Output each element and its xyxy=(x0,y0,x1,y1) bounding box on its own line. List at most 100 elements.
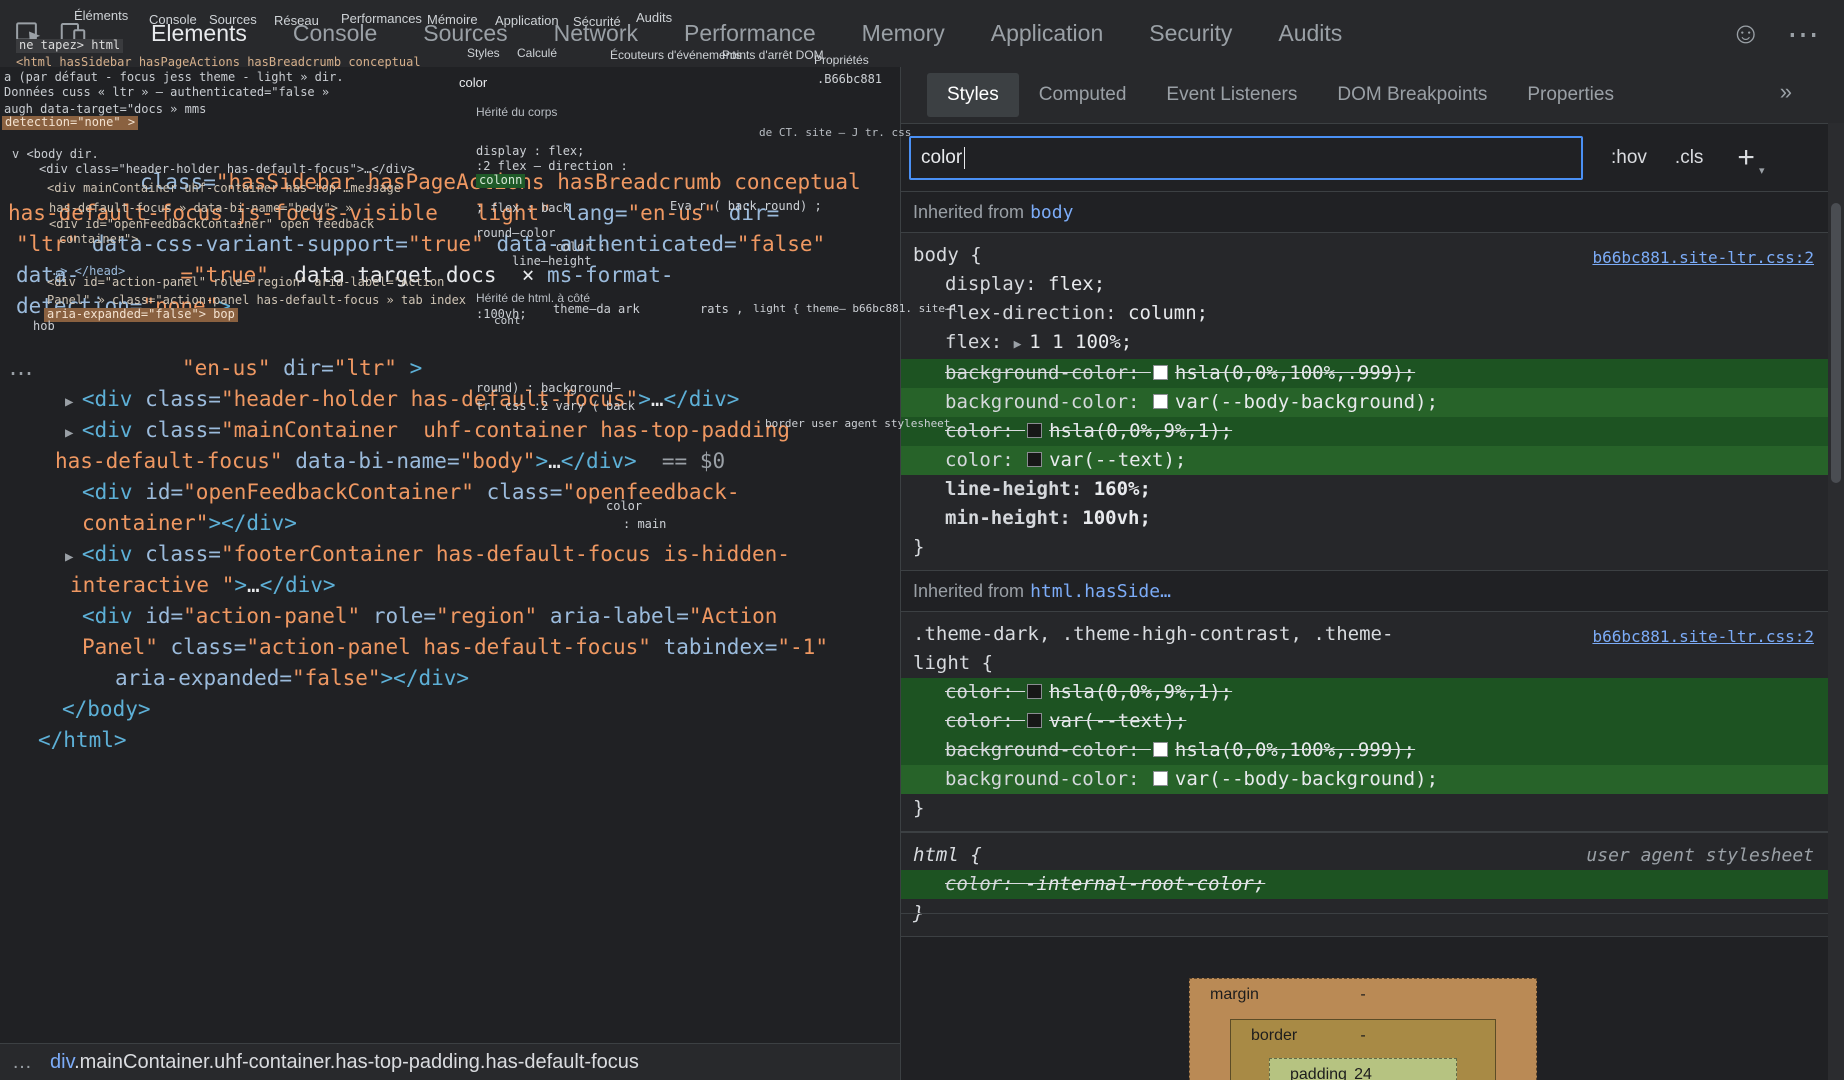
css-declaration[interactable]: color: hsla(0,0%,9%,1); xyxy=(901,417,1828,446)
inherited-element-link[interactable]: body xyxy=(1030,202,1073,223)
property-name: background-color: xyxy=(945,768,1151,790)
code-segment-tag: > xyxy=(638,387,651,411)
css-declaration[interactable]: min-height: 100vh; xyxy=(901,504,1828,533)
css-declaration[interactable]: background-color: hsla(0,0%,100%,.999); xyxy=(901,736,1828,765)
tab-application[interactable]: Application xyxy=(968,0,1127,67)
expand-shorthand-icon[interactable]: ▶ xyxy=(1014,337,1030,352)
sidebar-tab-dom-breakpoints[interactable]: DOM Breakpoints xyxy=(1317,73,1507,117)
new-style-rule-button[interactable]: + xyxy=(1737,142,1755,173)
dom-node-line[interactable]: has-default-focus js-focus-visible light… xyxy=(0,198,900,229)
color-swatch[interactable] xyxy=(1152,742,1168,757)
tab-performance[interactable]: Performance xyxy=(661,0,839,67)
tab-overflow-chevron-icon[interactable]: » xyxy=(1780,79,1792,105)
dom-node-line[interactable]: Panel" class="action-panel has-default-f… xyxy=(0,632,900,663)
breadcrumb-selected-node[interactable]: div.mainContainer.uhf-container.has-top-… xyxy=(50,1051,639,1074)
color-swatch[interactable] xyxy=(1027,423,1043,438)
sidebar-tab-computed[interactable]: Computed xyxy=(1019,73,1147,117)
dom-node-line[interactable]: "en-us" dir="ltr" > xyxy=(0,353,900,384)
dom-node-line[interactable]: has-default-focus" data-bi-name="body">…… xyxy=(0,446,900,477)
code-segment-tag: </div> xyxy=(259,573,336,597)
element-classes-button[interactable]: .cls xyxy=(1675,147,1704,169)
breadcrumb-overflow-icon[interactable]: … xyxy=(12,1051,32,1074)
color-swatch[interactable] xyxy=(1152,771,1168,786)
css-declaration[interactable]: line-height: 160%; xyxy=(901,475,1828,504)
inherited-element-link[interactable]: html.hasSide… xyxy=(1030,581,1171,602)
margin-label: margin xyxy=(1210,986,1259,1003)
rule-selector[interactable]: .theme-dark, .theme-high-contrast, .them… xyxy=(913,623,1393,674)
tab-security[interactable]: Security xyxy=(1126,0,1255,67)
tab-sources[interactable]: Sources xyxy=(400,0,530,67)
sidebar-tab-event-listeners[interactable]: Event Listeners xyxy=(1146,73,1317,117)
declaration-text: flex-direction: column; xyxy=(945,302,1208,324)
dom-node-line[interactable]: data- ="true" data target docs × ms-form… xyxy=(0,260,900,291)
margin-top-value[interactable]: - xyxy=(1360,986,1365,1004)
dom-node-line[interactable] xyxy=(0,322,900,353)
sidebar-tab-styles[interactable]: Styles xyxy=(927,73,1019,117)
dom-node-line[interactable]: <div id="openFeedbackContainer" class="o… xyxy=(0,477,900,508)
dom-node-line[interactable]: ▶ <div class="mainContainer uhf-containe… xyxy=(0,415,900,446)
dom-node-line[interactable]: interactive ">…</div> xyxy=(0,570,900,601)
rule-selector[interactable]: body { xyxy=(913,244,982,266)
property-name: background-color: xyxy=(945,362,1151,384)
css-declaration[interactable]: color: hsla(0,0%,9%,1); xyxy=(901,678,1828,707)
color-swatch[interactable] xyxy=(1027,713,1043,728)
code-segment-val: "action-panel" xyxy=(183,604,361,628)
inspect-element-icon[interactable] xyxy=(14,19,44,49)
css-declaration[interactable]: color: -internal-root-color; xyxy=(901,870,1828,899)
dom-node-line[interactable]: ▶ <div class="header-holder has-default-… xyxy=(0,384,900,415)
dom-node-line[interactable]: </body> xyxy=(0,694,900,725)
tab-network[interactable]: Network xyxy=(531,0,661,67)
stylesheet-link[interactable]: b66bc881.site-ltr.css:2 xyxy=(1592,622,1814,651)
box-model-margin[interactable]: margin - border - padding 24 xyxy=(1189,978,1537,1080)
css-declaration[interactable]: background-color: var(--body-background)… xyxy=(901,388,1828,417)
code-segment-attr: id= xyxy=(132,480,184,504)
stylesheet-link[interactable]: b66bc881.site-ltr.css:2 xyxy=(1592,243,1814,272)
feedback-icon[interactable]: ☺ xyxy=(1730,18,1761,49)
padding-top-value[interactable]: 24 xyxy=(1354,1066,1372,1080)
color-swatch[interactable] xyxy=(1027,452,1043,467)
tab-console[interactable]: Console xyxy=(270,0,400,67)
code-segment-tag: </html> xyxy=(38,728,127,752)
rule-selector[interactable]: html { xyxy=(913,844,982,866)
tab-elements[interactable]: Elements xyxy=(128,0,270,67)
device-toolbar-icon[interactable] xyxy=(58,19,88,49)
sidebar-tab-properties[interactable]: Properties xyxy=(1507,73,1634,117)
css-declaration[interactable]: color: var(--text); xyxy=(901,707,1828,736)
css-declaration[interactable]: background-color: hsla(0,0%,100%,.999); xyxy=(901,359,1828,388)
dom-node-line[interactable]: detection="none"> xyxy=(0,291,900,322)
css-declaration[interactable]: display: flex; xyxy=(901,270,1828,299)
code-segment-val: "false" xyxy=(292,666,381,690)
styles-scrollbar[interactable] xyxy=(1828,123,1844,1080)
box-model-border[interactable]: border - padding 24 xyxy=(1230,1019,1496,1080)
dom-node-line[interactable]: "ltr" data-css-variant-support="true" da… xyxy=(0,229,900,260)
color-swatch[interactable] xyxy=(1027,684,1043,699)
dom-node-line[interactable]: </html> xyxy=(0,725,900,756)
dom-node-line[interactable]: class="hasSidebar hasPageActions hasBrea… xyxy=(0,167,900,198)
color-swatch[interactable] xyxy=(1152,365,1168,380)
box-model-padding[interactable]: padding 24 xyxy=(1269,1058,1457,1080)
code-segment-val: "none" xyxy=(142,294,219,318)
css-declaration[interactable]: background-color: var(--body-background)… xyxy=(901,765,1828,794)
inherited-from-label: Inherited from xyxy=(913,580,1025,601)
toggle-element-state-button[interactable]: :hov xyxy=(1611,147,1647,169)
tab-audits[interactable]: Audits xyxy=(1255,0,1365,67)
dom-node-line[interactable]: container"></div> xyxy=(0,508,900,539)
code-segment-tag: <div xyxy=(82,604,133,628)
scrollbar-thumb[interactable] xyxy=(1831,203,1841,483)
border-top-value[interactable]: - xyxy=(1360,1027,1365,1045)
code-segment-tag: </body> xyxy=(62,697,151,721)
dom-node-line[interactable]: ▶ <div class="footerContainer has-defaul… xyxy=(0,539,900,570)
tab-memory[interactable]: Memory xyxy=(839,0,968,67)
dom-node-line[interactable]: aria-expanded="false"></div> xyxy=(0,663,900,694)
inherited-from-header: Inherited from html.hasSide… xyxy=(901,571,1828,611)
new-rule-dropdown-icon[interactable]: ▾ xyxy=(1759,164,1765,177)
css-declaration[interactable]: flex: ▶ 1 1 100%; xyxy=(901,328,1828,359)
styles-tabs: » Styles Computed Event Listeners DOM Break… xyxy=(901,67,1844,124)
css-declaration[interactable]: flex-direction: column; xyxy=(901,299,1828,328)
css-declaration[interactable]: color: var(--text); xyxy=(901,446,1828,475)
code-segment-attr: aria-expanded= xyxy=(115,666,293,690)
more-menu-icon[interactable]: ⋯ xyxy=(1787,18,1820,50)
style-filter-input[interactable]: color xyxy=(909,135,1583,180)
dom-node-line[interactable]: <div id="action-panel" role="region" ari… xyxy=(0,601,900,632)
color-swatch[interactable] xyxy=(1152,394,1168,409)
